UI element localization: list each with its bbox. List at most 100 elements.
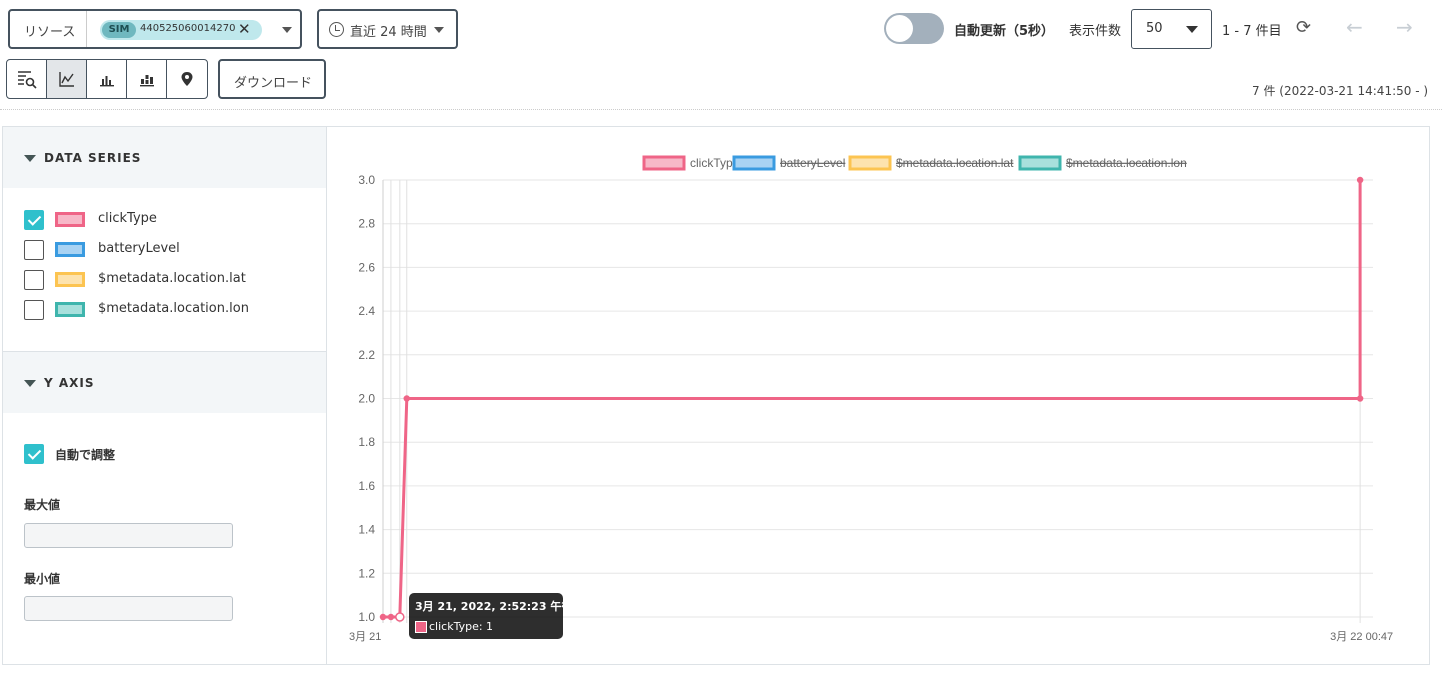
min-value-label: 最小値 — [24, 572, 61, 586]
series-item-batterylevel[interactable]: batteryLevel — [24, 240, 324, 260]
chart-container: clickType batteryLevel $metadata.location.… — [327, 126, 1430, 665]
series-label: $metadata.location.lon — [98, 301, 249, 316]
result-summary: 7 件 (2022-03-21 14:41:50 - ) — [1252, 84, 1429, 98]
auto-refresh-label: 自動更新（5秒） — [954, 24, 1055, 39]
sim-chip: SIM 440525060014270 ✕ — [100, 20, 262, 40]
series-checkbox[interactable] — [24, 240, 44, 260]
chevron-down-icon — [1186, 26, 1198, 33]
series-checkbox[interactable] — [24, 300, 44, 320]
auto-adjust-checkbox[interactable] — [24, 444, 44, 464]
bar-chart-icon — [99, 76, 114, 87]
settings-panel: DATA SERIES clickType batteryLevel $meta… — [2, 126, 327, 665]
legend-swatch — [642, 155, 686, 171]
download-label: ダウンロード — [234, 76, 313, 91]
series-label: batteryLevel — [98, 241, 180, 256]
download-button[interactable]: ダウンロード — [218, 59, 326, 99]
series-swatch — [55, 212, 85, 227]
y-tick-label: 1.8 — [358, 435, 375, 449]
series-label: $metadata.location.lat — [98, 271, 246, 286]
series-item-clicktype[interactable]: clickType — [24, 210, 324, 230]
y-tick-label: 2.6 — [358, 260, 375, 274]
refresh-icon[interactable]: ⟳ — [1296, 18, 1316, 38]
series-swatch — [55, 272, 85, 287]
y-tick-label: 2.4 — [358, 304, 375, 318]
legend-label: $metadata.location.lon — [1066, 156, 1187, 170]
legend-label: $metadata.location.lat — [896, 156, 1014, 170]
series-item-location-lon[interactable]: $metadata.location.lon — [24, 300, 324, 320]
series-checkbox[interactable] — [24, 210, 44, 230]
divider — [0, 109, 1442, 110]
y-tick-label: 1.0 — [358, 610, 375, 624]
line-chart-view-button[interactable] — [47, 60, 87, 98]
per-page-select[interactable]: 50 — [1131, 9, 1212, 49]
auto-adjust-label: 自動で調整 — [55, 448, 116, 462]
collapse-triangle-icon — [24, 380, 36, 387]
data-point — [403, 395, 411, 402]
prev-page-icon[interactable]: ← — [1346, 15, 1363, 39]
y-axis-title: Y AXIS — [44, 376, 95, 390]
remove-chip-icon[interactable]: ✕ — [238, 20, 251, 38]
y-tick-label: 2.2 — [358, 348, 375, 362]
tooltip-body: clickType: 1 — [415, 620, 493, 633]
sim-number: 440525060014270 — [140, 23, 236, 34]
chart-tooltip: 3月 21, 2022, 2:52:23 午後 clickType: 1 — [409, 593, 572, 639]
series-swatch — [55, 302, 85, 317]
y-tick-label: 1.6 — [358, 479, 375, 493]
line-chart[interactable]: clickType batteryLevel $metadata.location.… — [327, 127, 1429, 666]
series-checkbox[interactable] — [24, 270, 44, 290]
legend-swatch — [732, 155, 776, 171]
x-tick-label: 3月 22 00:47 — [1330, 631, 1393, 643]
toggle-knob — [886, 15, 913, 42]
time-range-label: 直近 24 時間 — [350, 25, 427, 40]
per-page-value: 50 — [1146, 21, 1163, 36]
table-search-view-button[interactable] — [7, 60, 47, 98]
collapse-triangle-icon — [24, 155, 36, 162]
max-value-label: 最大値 — [24, 498, 61, 512]
tooltip-title: 3月 21, 2022, 2:52:23 午後 — [415, 600, 573, 613]
stacked-bar-icon — [139, 75, 154, 87]
y-tick-label: 1.2 — [358, 566, 375, 580]
resource-label: リソース — [24, 25, 76, 40]
view-switcher — [6, 59, 208, 99]
clock-icon — [329, 22, 344, 37]
min-value-input[interactable] — [24, 596, 233, 621]
legend-swatch — [848, 155, 892, 171]
data-point — [387, 613, 395, 621]
legend-swatch — [1018, 155, 1062, 171]
chevron-down-icon[interactable] — [282, 27, 292, 33]
series-line-clicktype — [383, 180, 1362, 619]
data-series-title: DATA SERIES — [44, 151, 142, 165]
line-chart-icon — [58, 72, 74, 87]
series-item-location-lat[interactable]: $metadata.location.lat — [24, 270, 324, 290]
data-point — [1356, 395, 1364, 402]
resource-selector[interactable]: リソース SIM 440525060014270 ✕ — [8, 9, 302, 49]
chevron-down-icon — [434, 27, 444, 33]
data-point — [379, 613, 387, 621]
y-axis-header[interactable]: Y AXIS — [3, 352, 326, 413]
series-swatch — [55, 242, 85, 257]
data-point — [395, 612, 405, 622]
y-tick-label: 3.0 — [358, 173, 375, 187]
data-point — [1356, 176, 1364, 184]
bar-chart-view-button[interactable] — [87, 60, 127, 98]
auto-refresh-toggle[interactable] — [884, 13, 944, 44]
x-tick-label: 3月 21 — [349, 631, 381, 643]
y-tick-label: 2.8 — [358, 217, 375, 231]
stacked-bar-view-button[interactable] — [127, 60, 167, 98]
y-tick-label: 1.4 — [358, 523, 375, 537]
per-page-label: 表示件数 — [1069, 24, 1122, 39]
series-label: clickType — [98, 211, 157, 226]
max-value-input[interactable] — [24, 523, 233, 548]
data-series-header[interactable]: DATA SERIES — [3, 127, 326, 188]
next-page-icon[interactable]: → — [1396, 15, 1413, 39]
auto-adjust-option[interactable]: 自動で調整 — [24, 444, 324, 464]
y-tick-label: 2.0 — [358, 392, 375, 406]
sim-tag: SIM — [102, 22, 136, 38]
time-range-dropdown[interactable]: 直近 24 時間 — [317, 9, 458, 49]
result-range: 1 - 7 件目 — [1222, 24, 1282, 39]
legend-label: clickType — [690, 156, 740, 170]
legend-label: batteryLevel — [780, 156, 845, 170]
map-view-button[interactable] — [167, 60, 207, 98]
resource-separator — [86, 11, 87, 47]
map-pin-icon — [181, 72, 193, 86]
